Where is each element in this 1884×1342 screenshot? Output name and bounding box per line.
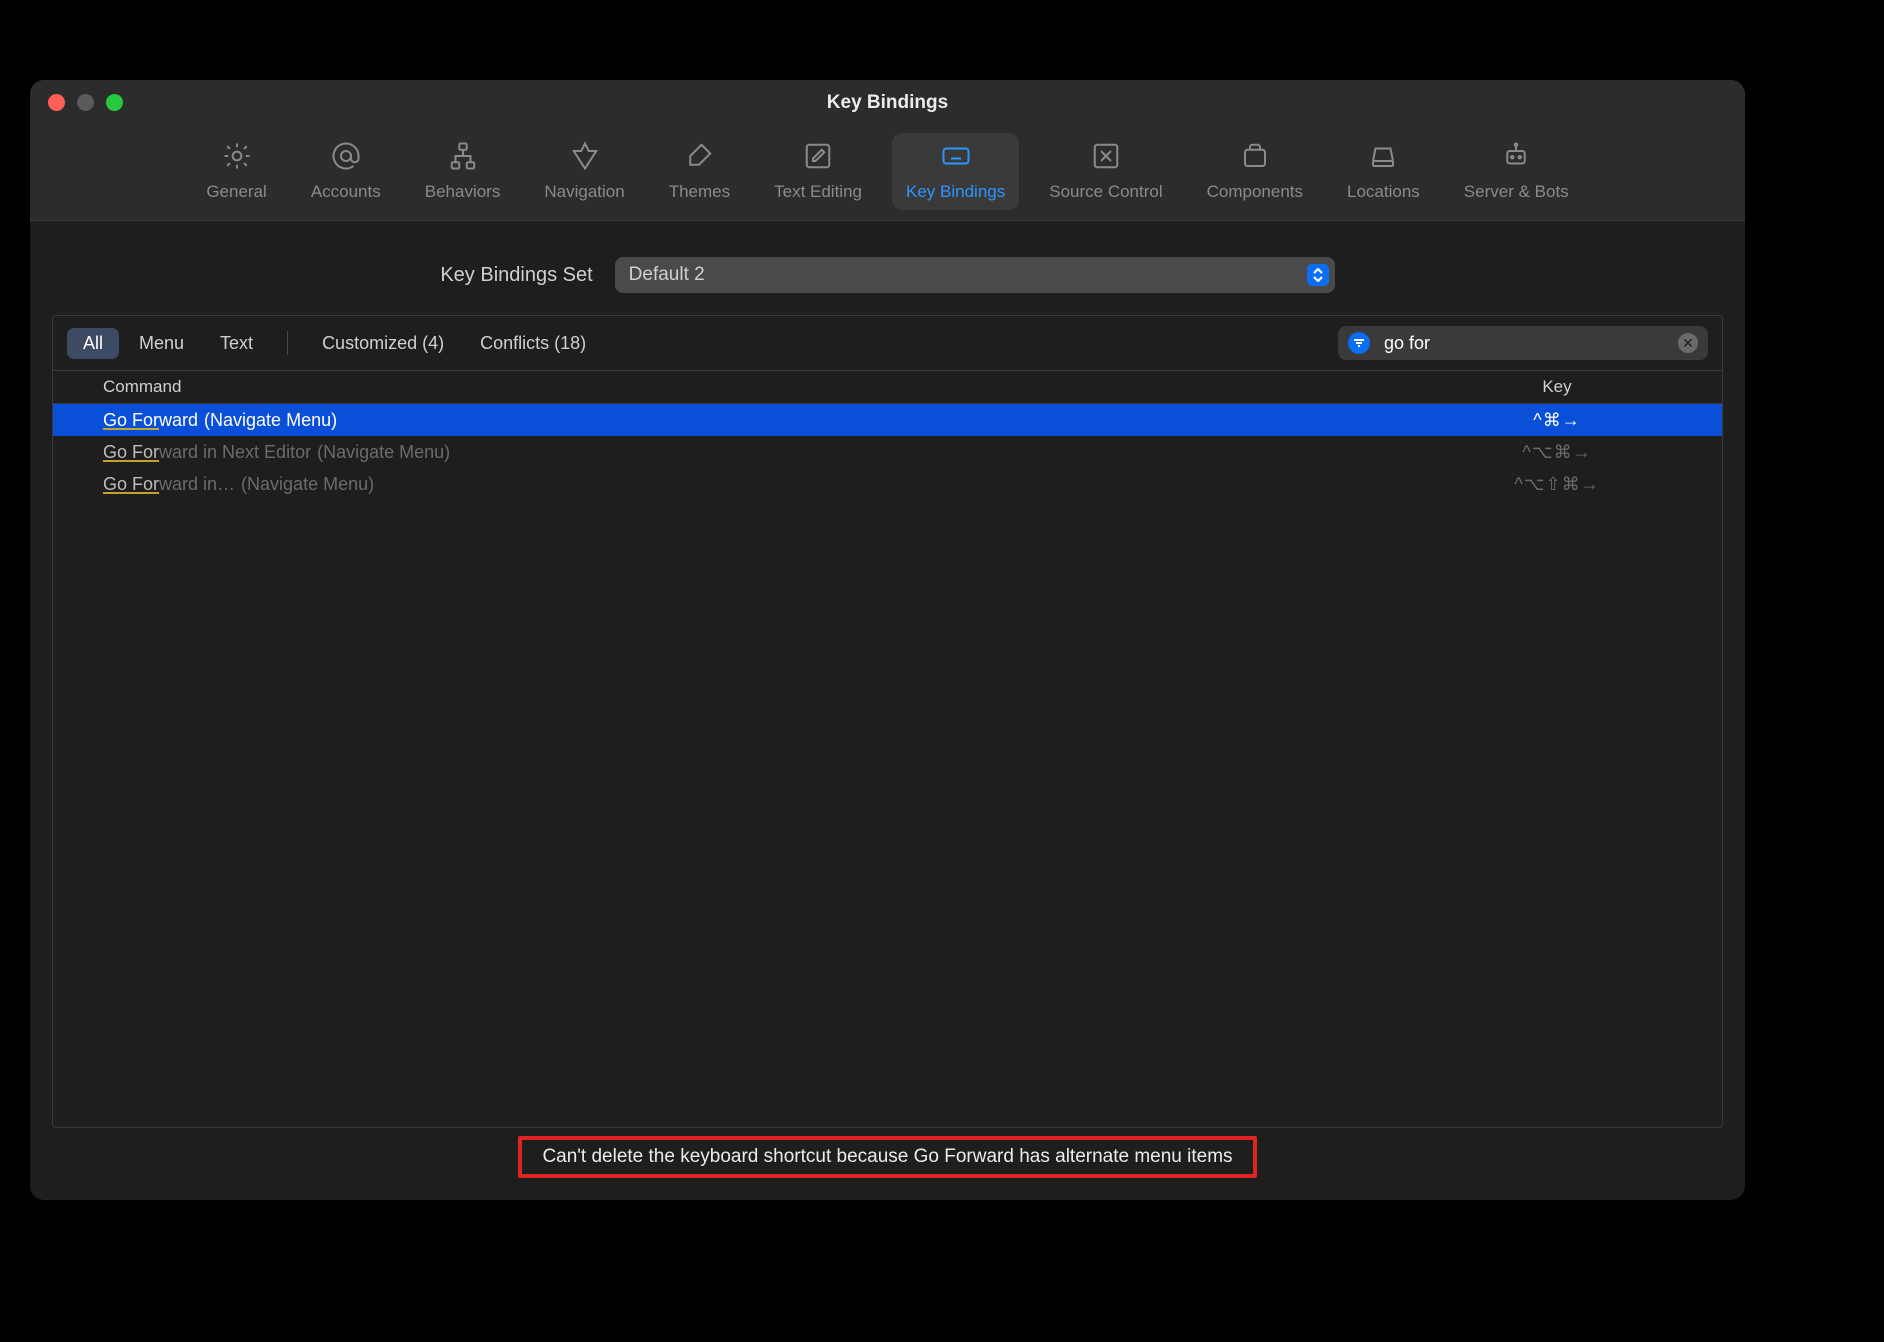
column-header-command[interactable]: Command [53,377,1392,397]
traffic-lights [30,94,123,111]
keybindings-panel: AllMenuText Customized (4)Conflicts (18)… [52,315,1723,1128]
tab-behaviors[interactable]: Behaviors [411,133,515,210]
titlebar: Key Bindings [30,80,1745,125]
column-header-key[interactable]: Key [1392,377,1722,397]
gear-icon [222,141,252,176]
filter-conflicts-[interactable]: Conflicts (18) [464,328,602,359]
disk-icon [1368,141,1398,176]
tab-label: Source Control [1049,182,1162,202]
key-cell[interactable]: ^⌘→ [1392,410,1722,431]
at-icon [331,141,361,176]
filter-all[interactable]: All [67,328,119,359]
tab-general[interactable]: General [192,133,280,210]
tab-accounts[interactable]: Accounts [297,133,395,210]
package-icon [1240,141,1270,176]
pencil-square-icon [803,141,833,176]
table-row[interactable]: Go Forward (Navigate Menu) ^⌘→ [53,404,1722,436]
command-cell: Go Forward in Next Editor (Navigate Menu… [103,442,1392,463]
filter-bar: AllMenuText Customized (4)Conflicts (18)… [53,316,1722,370]
segment-divider [287,331,288,355]
tab-themes[interactable]: Themes [655,133,744,210]
search-input[interactable] [1382,332,1666,355]
select-chevron-icon [1307,264,1329,286]
table-row[interactable]: Go Forward in… (Navigate Menu) ^⌥⇧⌘→ [53,468,1722,500]
extra-segment: Customized (4)Conflicts (18) [306,328,602,359]
tab-label: Text Editing [774,182,862,202]
tab-label: General [206,182,266,202]
table-row[interactable]: Go Forward in Next Editor (Navigate Menu… [53,436,1722,468]
tab-label: Behaviors [425,182,501,202]
flow-icon [448,141,478,176]
filter-customized-[interactable]: Customized (4) [306,328,460,359]
tab-navigation[interactable]: Navigation [530,133,638,210]
tab-textediting[interactable]: Text Editing [760,133,876,210]
tab-locations[interactable]: Locations [1333,133,1434,210]
tab-sourcecontrol[interactable]: Source Control [1035,133,1176,210]
tab-components[interactable]: Components [1193,133,1317,210]
window-title: Key Bindings [30,92,1745,114]
close-button[interactable] [48,94,65,111]
table-body: Go Forward (Navigate Menu) ^⌘→ Go Forwar… [53,404,1722,1127]
status-message: Can't delete the keyboard shortcut becau… [518,1136,1256,1178]
nav-icon [570,141,600,176]
tab-label: Key Bindings [906,182,1005,202]
keybindings-set-row: Key Bindings Set Default 2 [30,221,1745,315]
command-cell: Go Forward in… (Navigate Menu) [103,474,1392,495]
zoom-button[interactable] [106,94,123,111]
robot-icon [1501,141,1531,176]
tab-keybindings[interactable]: Key Bindings [892,133,1019,210]
tab-label: Components [1207,182,1303,202]
branch-icon [1091,141,1121,176]
clear-search-icon[interactable]: ✕ [1678,333,1698,353]
command-cell: Go Forward (Navigate Menu) [103,410,1392,431]
table-header: Command Key [53,370,1722,404]
tab-serverbots[interactable]: Server & Bots [1450,133,1583,210]
key-cell[interactable]: ^⌥⇧⌘→ [1392,474,1722,495]
search-field[interactable]: ✕ [1338,326,1708,360]
preferences-window: Key Bindings General Accounts Behaviors … [30,80,1745,1200]
tab-label: Locations [1347,182,1420,202]
minimize-button[interactable] [77,94,94,111]
keyboard-icon [941,141,971,176]
tab-label: Themes [669,182,730,202]
preferences-toolbar: General Accounts Behaviors Navigation Th… [30,125,1745,221]
tab-label: Server & Bots [1464,182,1569,202]
tab-label: Accounts [311,182,381,202]
keybindings-set-select[interactable]: Default 2 [615,257,1335,293]
filter-text[interactable]: Text [204,328,269,359]
status-bar: Can't delete the keyboard shortcut becau… [52,1128,1723,1178]
scope-segment: AllMenuText [67,328,269,359]
filter-scope-icon[interactable] [1348,332,1370,354]
key-cell[interactable]: ^⌥⌘→ [1392,442,1722,463]
brush-icon [684,141,714,176]
keybindings-set-label: Key Bindings Set [440,264,592,287]
filter-menu[interactable]: Menu [123,328,200,359]
keybindings-set-value: Default 2 [629,264,705,286]
tab-label: Navigation [544,182,624,202]
